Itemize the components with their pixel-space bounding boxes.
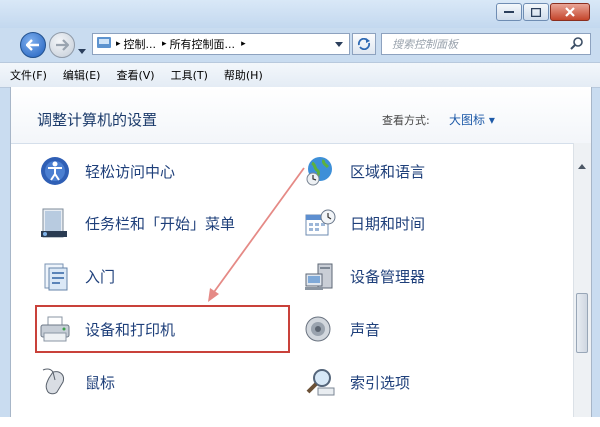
- view-by-label: 查看方式:: [382, 114, 430, 127]
- item-ease-of-access[interactable]: 轻松访问中心: [37, 149, 175, 193]
- breadcrumb-item[interactable]: 所有控制面...: [170, 36, 236, 52]
- menu-file[interactable]: 文件(F): [10, 67, 47, 83]
- item-label: 声音: [350, 320, 381, 339]
- scrollbar-thumb[interactable]: [576, 293, 588, 353]
- title-bar: [0, 0, 600, 28]
- recent-pages-dropdown[interactable]: [78, 40, 86, 59]
- getting-started-icon: [37, 258, 73, 294]
- scroll-up-arrow[interactable]: [578, 155, 586, 174]
- refresh-button[interactable]: [352, 33, 376, 55]
- device-manager-icon: [302, 258, 338, 294]
- control-panel-icon: [97, 36, 111, 52]
- item-mouse[interactable]: 鼠标: [37, 360, 115, 404]
- view-by-dropdown[interactable]: 大图标 ▾: [449, 111, 495, 128]
- item-label: 入门: [85, 267, 116, 286]
- back-button[interactable]: [20, 32, 46, 58]
- breadcrumb-item[interactable]: 控制...: [124, 36, 157, 52]
- forward-arrow-icon: [56, 39, 69, 51]
- highlight-box: [35, 305, 290, 353]
- control-panel-window: ▸ 控制... ▸ 所有控制面... ▸ 搜索控制面板 文件(F) 编辑(E) …: [0, 0, 600, 427]
- maximize-button[interactable]: [523, 3, 549, 21]
- item-label: 轻松访问中心: [85, 162, 176, 181]
- menu-bar: 文件(F) 编辑(E) 查看(V) 工具(T) 帮助(H): [0, 62, 600, 88]
- item-label: 任务栏和「开始」菜单: [85, 214, 236, 233]
- item-indexing-options[interactable]: 索引选项: [302, 360, 410, 404]
- forward-button[interactable]: [49, 32, 75, 58]
- item-region-language[interactable]: 区域和语言: [302, 149, 425, 193]
- address-dropdown-arrow[interactable]: [335, 38, 343, 51]
- back-arrow-icon: [26, 39, 39, 51]
- menu-help[interactable]: 帮助(H): [224, 67, 263, 83]
- minimize-button[interactable]: [496, 3, 522, 21]
- menu-view[interactable]: 查看(V): [116, 67, 154, 83]
- chevron-down-icon: [335, 41, 343, 47]
- item-label: 鼠标: [85, 373, 116, 392]
- item-label: 区域和语言: [350, 162, 426, 181]
- content-header: 调整计算机的设置 查看方式: 大图标 ▾: [11, 87, 591, 144]
- address-bar[interactable]: ▸ 控制... ▸ 所有控制面... ▸: [92, 33, 350, 55]
- caption-buttons: [495, 3, 590, 21]
- item-taskbar-start-menu[interactable]: 任务栏和「开始」菜单: [37, 201, 235, 245]
- navigation-bar: ▸ 控制... ▸ 所有控制面... ▸ 搜索控制面板: [0, 28, 600, 62]
- menu-edit[interactable]: 编辑(E): [63, 67, 101, 83]
- mouse-icon: [37, 364, 73, 400]
- close-button[interactable]: [550, 3, 590, 21]
- item-label: 索引选项: [350, 373, 411, 392]
- control-panel-content: 调整计算机的设置 查看方式: 大图标 ▾ 轻松访问中心 任务栏和「开始」菜单 入…: [10, 87, 592, 417]
- item-device-manager[interactable]: 设备管理器: [302, 254, 425, 298]
- calendar-clock-icon: [302, 205, 338, 241]
- item-sound[interactable]: 声音: [302, 307, 380, 351]
- bottom-edge: [0, 417, 600, 427]
- item-label: 设备管理器: [350, 267, 426, 286]
- index-search-icon: [302, 364, 338, 400]
- refresh-icon: [357, 38, 371, 50]
- ease-of-access-icon: [37, 153, 73, 189]
- item-label: 日期和时间: [350, 214, 426, 233]
- globe-icon: [302, 153, 338, 189]
- taskbar-icon: [37, 205, 73, 241]
- speaker-icon: [302, 311, 338, 347]
- item-date-time[interactable]: 日期和时间: [302, 201, 425, 245]
- menu-tools[interactable]: 工具(T): [171, 67, 208, 83]
- vertical-scrollbar[interactable]: [573, 143, 591, 417]
- search-placeholder: 搜索控制面板: [392, 38, 458, 51]
- search-icon[interactable]: [570, 36, 584, 53]
- page-title: 调整计算机的设置: [37, 111, 158, 129]
- item-getting-started[interactable]: 入门: [37, 254, 115, 298]
- search-input[interactable]: 搜索控制面板: [381, 33, 591, 55]
- chevron-down-icon: [78, 49, 86, 54]
